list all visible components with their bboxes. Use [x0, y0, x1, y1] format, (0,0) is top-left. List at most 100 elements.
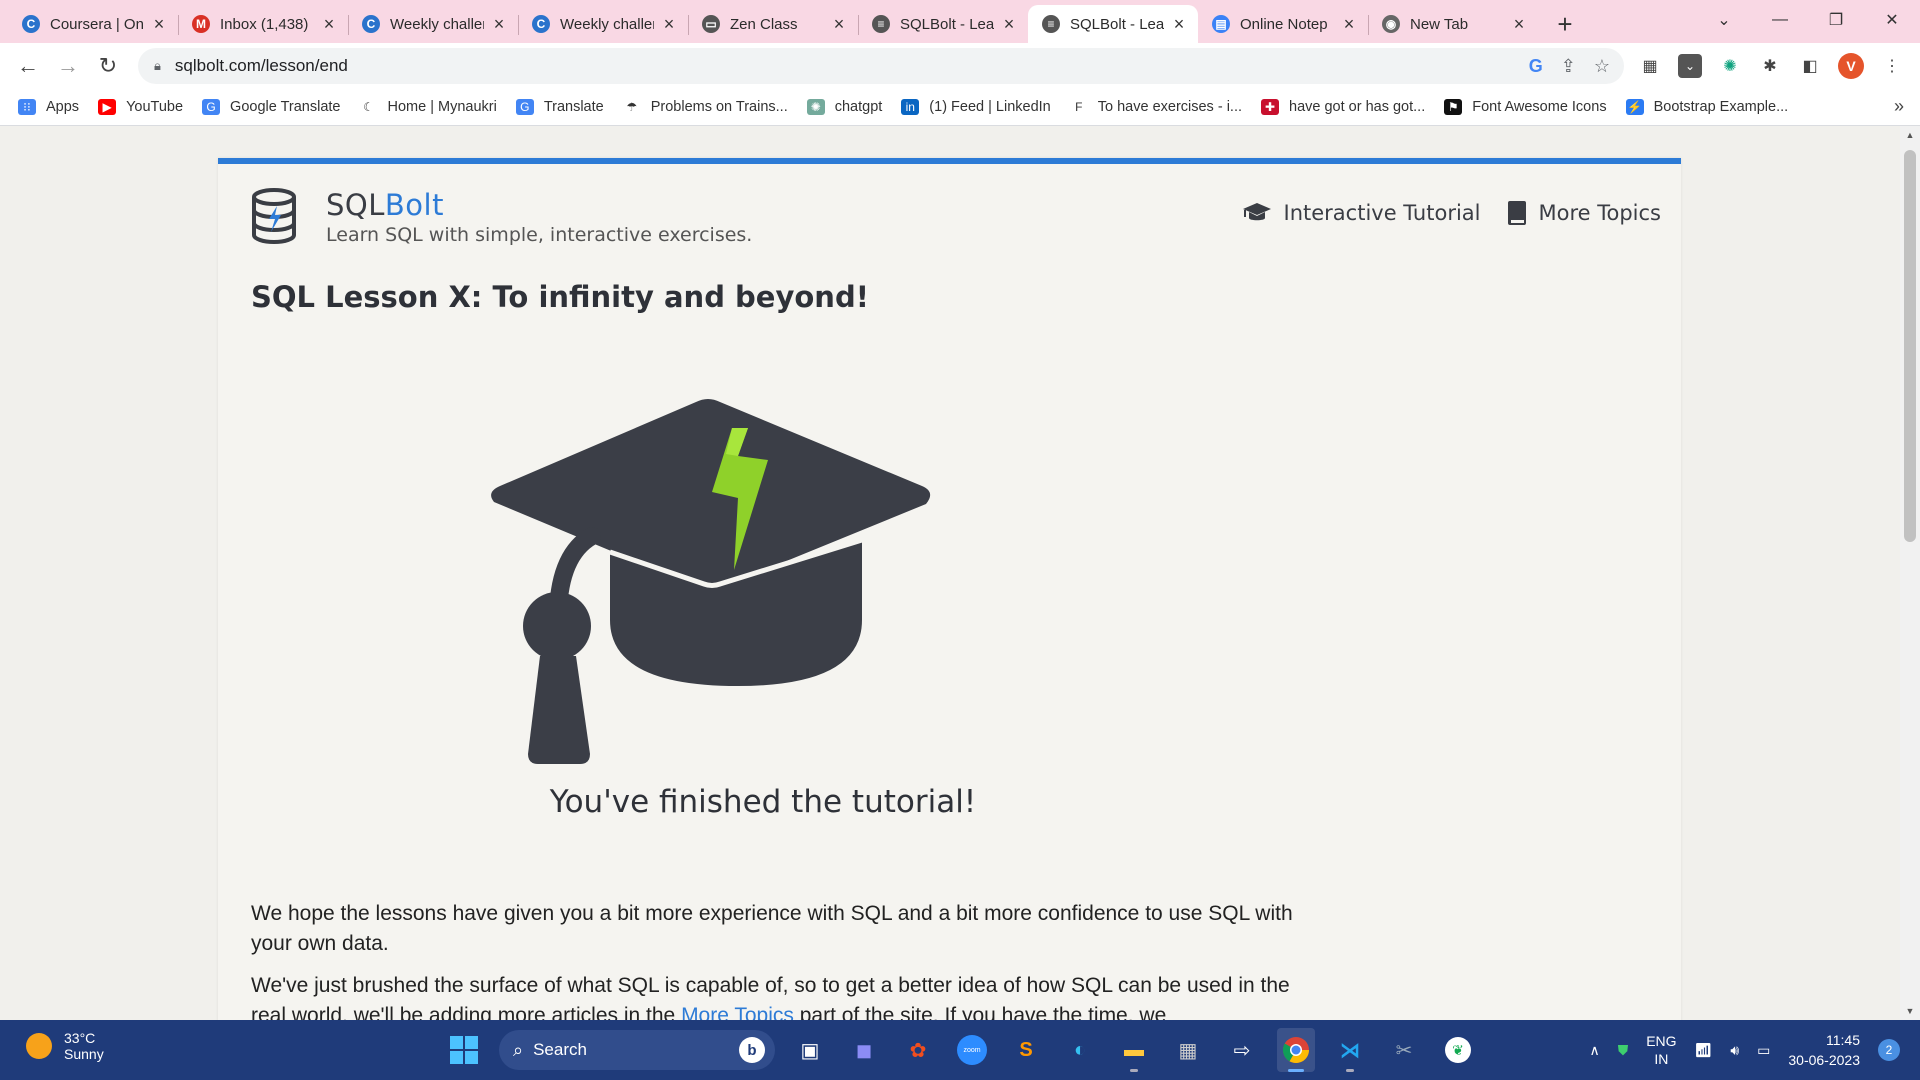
extension-keyboard-icon[interactable]: ▦ [1638, 54, 1662, 78]
bookmark-item[interactable]: ⁝⁝ Apps [18, 98, 79, 115]
side-panel-icon[interactable]: ◧ [1798, 54, 1822, 78]
new-tab-button[interactable]: + [1546, 5, 1584, 43]
bookmark-item[interactable]: ✺ chatgpt [806, 98, 882, 115]
vscode-icon[interactable]: ⋊ [1331, 1028, 1369, 1072]
more-topics-link[interactable]: More Topics [681, 1004, 794, 1020]
close-tab-icon[interactable]: × [1170, 14, 1188, 34]
database-logo-icon[interactable] [250, 188, 298, 244]
bing-icon[interactable]: b [739, 1037, 765, 1063]
close-tab-icon[interactable]: × [150, 14, 168, 34]
back-button[interactable]: ← [8, 46, 48, 86]
browser-tab[interactable]: ≡ SQLBolt - Lear × [1028, 5, 1198, 43]
vertical-scrollbar[interactable]: ▲ ▼ [1900, 126, 1920, 1020]
clock-time: 11:45 [1826, 1032, 1860, 1048]
teams-chat-icon[interactable]: ◼ [845, 1028, 883, 1072]
bookmark-item[interactable]: ☾ Home | Mynaukri [359, 98, 497, 115]
page-icon: ▭ [702, 15, 720, 33]
wifi-icon[interactable]: 📶︎ [1695, 1042, 1713, 1059]
browser-tab[interactable]: C Weekly challer × [518, 5, 688, 43]
bookmark-item[interactable]: in (1) Feed | LinkedIn [901, 98, 1051, 115]
tab-title: Online Notep [1240, 15, 1328, 33]
bookmark-item[interactable]: G Translate [515, 98, 604, 115]
coursera-icon: C [22, 15, 40, 33]
scroll-down-arrow-icon[interactable]: ▼ [1900, 1006, 1920, 1016]
system-tray: ∧ ⛊ ENG IN 📶︎ 🔊︎ ▭ 11:45 30-06-2023 2 [1589, 1028, 1900, 1072]
bookmark-item[interactable]: F To have exercises - i... [1069, 98, 1242, 115]
tab-title: New Tab [1410, 15, 1469, 33]
gmail-icon: M [192, 15, 210, 33]
bookmark-item[interactable]: G Google Translate [202, 98, 340, 115]
browser-tab[interactable]: ◉ New Tab × [1368, 5, 1538, 43]
browser-tab[interactable]: ▭ Zen Class × [688, 5, 858, 43]
page-viewport: SQLBolt Learn SQL with simple, interacti… [0, 126, 1900, 1020]
notification-badge[interactable]: 2 [1878, 1039, 1900, 1061]
menu-kebab-icon[interactable]: ⋮ [1880, 54, 1904, 78]
extension-chatgpt-icon[interactable]: ✺ [1718, 54, 1742, 78]
close-window-button[interactable]: ✕ [1864, 0, 1920, 40]
bookmark-label: Font Awesome Icons [1472, 98, 1607, 115]
window-controls: ⌄ — ❐ ✕ [1696, 0, 1920, 40]
volume-icon[interactable]: 🔊︎ [1730, 1042, 1739, 1059]
scrollbar-thumb[interactable] [1904, 150, 1916, 542]
language-indicator[interactable]: ENG IN [1646, 1032, 1676, 1068]
browser-tab[interactable]: ▤ Online Notep × [1198, 5, 1368, 43]
close-tab-icon[interactable]: × [1510, 14, 1528, 34]
minimize-button[interactable]: — [1752, 0, 1808, 40]
tray-overflow-chevron-icon[interactable]: ∧ [1589, 1042, 1599, 1059]
bookmark-item[interactable]: ▶ YouTube [98, 98, 183, 115]
nav-interactive-tutorial[interactable]: Interactive Tutorial [1242, 201, 1481, 225]
clock[interactable]: 11:45 30-06-2023 [1788, 1030, 1860, 1070]
battery-icon[interactable]: ▭ [1757, 1042, 1770, 1059]
close-tab-icon[interactable]: × [1340, 14, 1358, 34]
close-tab-icon[interactable]: × [660, 14, 678, 34]
tab-search-icon[interactable]: ⌄ [1696, 0, 1752, 40]
nav-more-topics[interactable]: More Topics [1507, 200, 1661, 226]
edge-icon[interactable]: ◐ [1061, 1028, 1099, 1072]
sublime-text-icon[interactable]: S [1007, 1028, 1045, 1072]
bookmark-label: have got or has got... [1289, 98, 1426, 115]
restore-button[interactable]: ❐ [1808, 0, 1864, 40]
bookmark-item[interactable]: ⚡ Bootstrap Example... [1625, 98, 1788, 115]
address-bar[interactable]: 🔒︎ sqlbolt.com/lesson/end G ⇪ ☆ [138, 48, 1624, 84]
site-brand[interactable]: SQLBolt [326, 188, 752, 222]
security-shield-icon[interactable]: ⛊ [1618, 1042, 1629, 1059]
top-nav: Interactive Tutorial More Topics [1242, 200, 1661, 226]
bookmarks-overflow-icon[interactable]: » [1894, 96, 1904, 117]
file-explorer-icon[interactable]: ▬ [1115, 1028, 1153, 1072]
close-tab-icon[interactable]: × [320, 14, 338, 34]
close-tab-icon[interactable]: × [1000, 14, 1018, 34]
weather-widget[interactable]: 33°C Sunny [26, 1030, 104, 1062]
forward-button[interactable]: → [48, 46, 88, 86]
bookmark-star-icon[interactable]: ☆ [1594, 56, 1610, 77]
extension-pocket-icon[interactable]: ⌄ [1678, 53, 1702, 78]
bookmark-item[interactable]: ⚑ Font Awesome Icons [1444, 98, 1607, 115]
calculator-icon[interactable]: ▦ [1169, 1028, 1207, 1072]
bookmark-item[interactable]: ✚ have got or has got... [1261, 98, 1426, 115]
mongodb-compass-icon[interactable]: ❦ [1439, 1028, 1477, 1072]
browser-tab[interactable]: ≡ SQLBolt - Lear × [858, 5, 1028, 43]
chrome-icon[interactable] [1277, 1028, 1315, 1072]
taskbar-search[interactable]: ⌕ Search b [499, 1030, 775, 1070]
extensions-puzzle-icon[interactable]: ✱ [1758, 54, 1782, 78]
google-lens-icon[interactable]: G [1529, 56, 1543, 77]
reload-button[interactable]: ↻ [88, 46, 128, 86]
lock-icon[interactable]: 🔒︎ [154, 58, 161, 74]
browser-tab[interactable]: M Inbox (1,438) × [178, 5, 348, 43]
task-view-icon[interactable]: ▣ [791, 1028, 829, 1072]
browser-tab[interactable]: C Weekly challer × [348, 5, 518, 43]
close-tab-icon[interactable]: × [490, 14, 508, 34]
bookmark-item[interactable]: ☂ Problems on Trains... [622, 98, 788, 115]
exercise-icon: F [1069, 98, 1088, 115]
remote-desktop-icon[interactable]: ⇨ [1223, 1028, 1261, 1072]
share-icon[interactable]: ⇪ [1561, 56, 1576, 77]
browser-tab[interactable]: C Coursera | Onl × [8, 5, 178, 43]
zoom-icon[interactable]: zoom [953, 1028, 991, 1072]
bookmark-list: ⁝⁝ Apps ▶ YouTube G Google Translate ☾ Home | M… [18, 98, 1807, 115]
scroll-up-arrow-icon[interactable]: ▲ [1900, 130, 1920, 140]
close-tab-icon[interactable]: × [830, 14, 848, 34]
weather-temperature: 33°C [64, 1030, 96, 1046]
figma-icon[interactable]: ✿ [899, 1028, 937, 1072]
profile-avatar[interactable]: V [1838, 52, 1864, 79]
snipping-tool-icon[interactable]: ✂ [1385, 1028, 1423, 1072]
windows-start-icon[interactable] [445, 1028, 483, 1072]
